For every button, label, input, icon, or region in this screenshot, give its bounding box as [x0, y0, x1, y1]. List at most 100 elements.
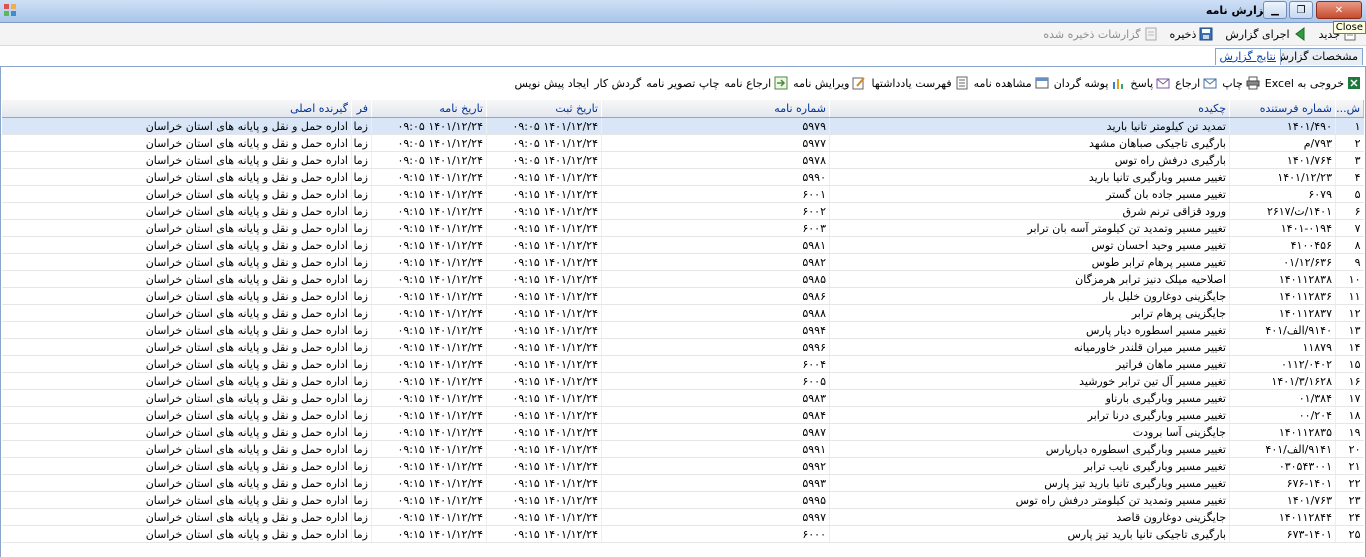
table-row[interactable]: ۱۴ ۱۱۸۷۹ تغییر مسیر میران قلندر خاورمیانه ۵…	[2, 338, 1364, 356]
table-cell: اداره حمل و نقل و پایانه های استان خراسا…	[2, 372, 352, 390]
table-cell: ۱۴۰۱/۱۲/۲۴ ۰۹:۱۵	[486, 457, 602, 475]
table-cell: ۱۴۰۱/۱۲/۲۴ ۰۹:۱۵	[371, 355, 487, 373]
column-header[interactable]: شماره فرستنده	[1229, 100, 1336, 118]
table-cell: ۵۹۸۳	[601, 389, 830, 407]
table-row[interactable]: ۳ ۱۴۰۱/۷۶۴ بارگیری درفش راه توس ۵۹۷۸ ۱۴۰۱/۱۲…	[2, 151, 1364, 169]
save-button[interactable]: ذخیره	[1167, 27, 1217, 41]
view-letter-button[interactable]: مشاهده نامه	[974, 76, 1049, 90]
grid-body: ۱ ۱۴۰۱/۴۹۰ تمدید تن کیلومتر تانیا بارید ۵۹۷…	[2, 117, 1364, 543]
edit-letter-button[interactable]: ویرایش نامه	[793, 76, 866, 90]
table-cell: ۱۴۰۱/۱۲/۲۴ ۰۹:۱۵	[371, 491, 487, 509]
table-row[interactable]: ۲۵ ۶۷۳-۱۴۰۱ بارگیری تاجیکی تانیا بارید تیز…	[2, 525, 1364, 543]
print-button[interactable]: چاپ	[1222, 76, 1260, 90]
table-row[interactable]: ۲۲ ۶۷۶-۱۴۰۱ تغییر مسیر وبارگیری تانیا باری…	[2, 474, 1364, 492]
table-row[interactable]: ۱۳ ۹۱۴۰/الف/۴۰۱ تغییر مسیر اسطوره دیار پار…	[2, 321, 1364, 339]
table-row[interactable]: ۱۶ ۱۴۰۱/۳/۱۶۲۸ تغییر مسیر آل تین ترابر خور…	[2, 372, 1364, 390]
table-cell: ۲۰	[1335, 440, 1364, 458]
table-cell: تغییر مسیر وحید احسان توس	[829, 236, 1230, 254]
table-cell: ۱۴۰۱۱۲۸۳۵	[1229, 423, 1336, 441]
table-row[interactable]: ۱۷ ۰۱/۳۸۴ تغییر مسیر وبارگیری بارناو ۵۹۸۳ ۱۴…	[2, 389, 1364, 407]
table-cell: ۴۱۰۰۴۵۶	[1229, 236, 1336, 254]
table-row[interactable]: ۱۰ ۱۴۰۱۱۲۸۳۸ اصلاحیه میلک دنیز ترابر هرمزگ…	[2, 270, 1364, 288]
table-row[interactable]: ۲۰ ۹۱۴۱/الف/۴۰۱ تغییر مسیر وبارگیری اسطوره…	[2, 440, 1364, 458]
table-cell: ۱۴۰۱/۱۲/۲۴ ۰۹:۱۵	[371, 457, 487, 475]
close-button[interactable]: ✕	[1316, 1, 1362, 19]
table-cell: ۱۴۰۱/۱۲/۲۴ ۰۹:۱۵	[371, 253, 487, 271]
minimize-button[interactable]: ▁	[1263, 1, 1287, 19]
saved-reports-button[interactable]: گزارشات ذخیره شده	[1040, 27, 1160, 41]
table-cell: ۵۹۹۳	[601, 474, 830, 492]
column-header[interactable]: فر	[351, 100, 372, 118]
table-row[interactable]: ۴ ۱۴۰۱/۱۲/۲۳ تغییر مسیر وبارگیری تانیا بار…	[2, 168, 1364, 186]
table-cell: ۱۴۰۱/۱۲/۲۴ ۰۹:۱۵	[486, 406, 602, 424]
table-cell: اداره حمل و نقل و پایانه های استان خراسا…	[2, 321, 352, 339]
results-grid: ش... شماره فرستنده چکیده شماره نامه تاری…	[2, 100, 1364, 556]
tab-report-spec[interactable]: مشخصات گزارش	[1270, 48, 1363, 65]
table-row[interactable]: ۱۸ ۰۰/۲۰۴ تغییر مسیر وبارگیری درنا ترابر ۵۹…	[2, 406, 1364, 424]
table-cell: زما	[351, 474, 372, 492]
table-cell: ۱۴۰۱/۱۲/۲۴ ۰۹:۱۵	[371, 270, 487, 288]
run-report-button[interactable]: اجرای گزارش	[1222, 27, 1309, 41]
table-row[interactable]: ۱۲ ۱۴۰۱۱۲۸۳۷ جایگزینی پرهام ترابر ۵۹۸۸ ۱۴۰۱/…	[2, 304, 1364, 322]
column-header[interactable]: تاریخ ثبت	[486, 100, 602, 118]
table-row[interactable]: ۸ ۴۱۰۰۴۵۶ تغییر مسیر وحید احسان توس ۵۹۸۱ ۱۴۰…	[2, 236, 1364, 254]
tab-report-results[interactable]: نتایج گزارش	[1214, 48, 1281, 65]
table-cell: زما	[351, 508, 372, 526]
table-cell: ۱۴۰۱/۱۲/۲۴ ۰۹:۱۵	[371, 304, 487, 322]
table-row[interactable]: ۱ ۱۴۰۱/۴۹۰ تمدید تن کیلومتر تانیا بارید ۵۹۷…	[2, 117, 1364, 135]
table-row[interactable]: ۱۱ ۱۴۰۱۱۲۸۳۶ جایگزینی دوغارون خلیل بار ۵۹۸۶…	[2, 287, 1364, 305]
restore-button[interactable]: ❐	[1289, 1, 1313, 19]
notes-list-label: فهرست یادداشتها	[871, 76, 952, 90]
folder-rotation-button[interactable]: پوشه گردان	[1054, 76, 1126, 90]
column-header[interactable]: شماره نامه	[601, 100, 830, 118]
table-row[interactable]: ۷ ۱۴۰۱-۰۱۹۴ تغییر مسیر وتمدید تن کیلومتر آ…	[2, 219, 1364, 237]
table-cell: ۱۴۰۱/۱۲/۲۴ ۰۹:۰۵	[371, 117, 487, 135]
table-cell: ۸	[1335, 236, 1364, 254]
edit-letter-label: ویرایش نامه	[793, 76, 850, 90]
refer-letter-button[interactable]: ارجاع نامه	[724, 76, 788, 90]
table-row[interactable]: ۵ ۶۰۷۹ تغییر مسیر جاده بان گستر ۶۰۰۱ ۱۴۰۱/۱۲…	[2, 185, 1364, 203]
table-cell: ۵۹۹۶	[601, 338, 830, 356]
table-cell: ۱۴۰۱/۱۲/۲۴ ۰۹:۱۵	[486, 440, 602, 458]
reply-button[interactable]: پاسخ	[1130, 76, 1170, 90]
column-header[interactable]: گیرنده اصلی	[2, 100, 352, 118]
column-header[interactable]: چکیده	[829, 100, 1230, 118]
notes-list-button[interactable]: فهرست یادداشتها	[871, 76, 968, 90]
print-letter-image-button[interactable]: چاپ تصویر نامه	[646, 77, 719, 90]
table-row[interactable]: ۲۴ ۱۴۰۱۱۲۸۴۴ جایگزینی دوغارون قاصد ۵۹۹۷ ۱۴۰۱…	[2, 508, 1364, 526]
table-cell: ۱۴۰۱/۱۲/۲۴ ۰۹:۱۵	[486, 202, 602, 220]
table-row[interactable]: ۶ ۱۴۰۱/ت/۲۶۱۷ ورود قزاقی ترنم شرق ۶۰۰۲ ۱۴۰۱/…	[2, 202, 1364, 220]
table-cell: اداره حمل و نقل و پایانه های استان خراسا…	[2, 236, 352, 254]
table-cell: ۱۴۰۱۱۲۸۳۶	[1229, 287, 1336, 305]
table-cell: جایگزینی پرهام ترابر	[829, 304, 1230, 322]
table-cell: ۱۴۰۱/۱۲/۲۴ ۰۹:۱۵	[486, 491, 602, 509]
table-cell: ۷	[1335, 219, 1364, 237]
run-report-label: اجرای گزارش	[1225, 27, 1290, 41]
table-row[interactable]: ۲۳ ۱۴۰۱/۷۶۳ تغییر مسیر وتمدید تن کیلومتر د…	[2, 491, 1364, 509]
workflow-button[interactable]: گردش کار	[594, 77, 641, 90]
table-cell: زما	[351, 134, 372, 152]
table-cell: زما	[351, 270, 372, 288]
excel-export-button[interactable]: خروجی به Excel	[1265, 76, 1361, 90]
table-cell: ۱۴۰۱/۱۲/۲۴ ۰۹:۱۵	[486, 474, 602, 492]
edit-icon	[852, 77, 866, 90]
table-row[interactable]: ۲ ۷۹۳/م بارگیری تاجیکی صباهان مشهد ۵۹۷۷ ۱۴۰۱…	[2, 134, 1364, 152]
refer-button[interactable]: ارجاع	[1175, 76, 1217, 90]
column-header[interactable]: ش...	[1335, 100, 1364, 118]
table-cell: تغییر مسیر وبارگیری نایب ترابر	[829, 457, 1230, 475]
table-cell: تغییر مسیر وبارگیری درنا ترابر	[829, 406, 1230, 424]
table-cell: اداره حمل و نقل و پایانه های استان خراسا…	[2, 440, 352, 458]
table-row[interactable]: ۱۹ ۱۴۰۱۱۲۸۳۵ جایگزینی آسا برودت ۵۹۸۷ ۱۴۰۱/۱۲…	[2, 423, 1364, 441]
table-cell: ۱۴۰۱/۴۹۰	[1229, 117, 1336, 135]
table-cell: ۶	[1335, 202, 1364, 220]
create-draft-button[interactable]: ایجاد پیش نویس	[515, 77, 590, 90]
table-cell: ۵۹۷۹	[601, 117, 830, 135]
envelope-arrow-icon	[1203, 78, 1217, 89]
table-row[interactable]: ۹ ۰۱/۱۲/۶۳۶ تغییر مسیر پرهام ترابر طوس ۵۹۸۲…	[2, 253, 1364, 271]
refer-letter-icon	[774, 76, 788, 90]
table-row[interactable]: ۱۵ ۰۱۱۲/۰۴۰۲ تغییر مسیر ماهان فراتیر ۶۰۰۴ ۱۴…	[2, 355, 1364, 373]
column-header[interactable]: تاریخ نامه	[371, 100, 487, 118]
refer-letter-label: ارجاع نامه	[724, 76, 772, 90]
table-cell: تغییر مسیر پرهام ترابر طوس	[829, 253, 1230, 271]
table-row[interactable]: ۲۱ ۰۳۰۵۴۳۰۰۱ تغییر مسیر وبارگیری نایب تراب…	[2, 457, 1364, 475]
